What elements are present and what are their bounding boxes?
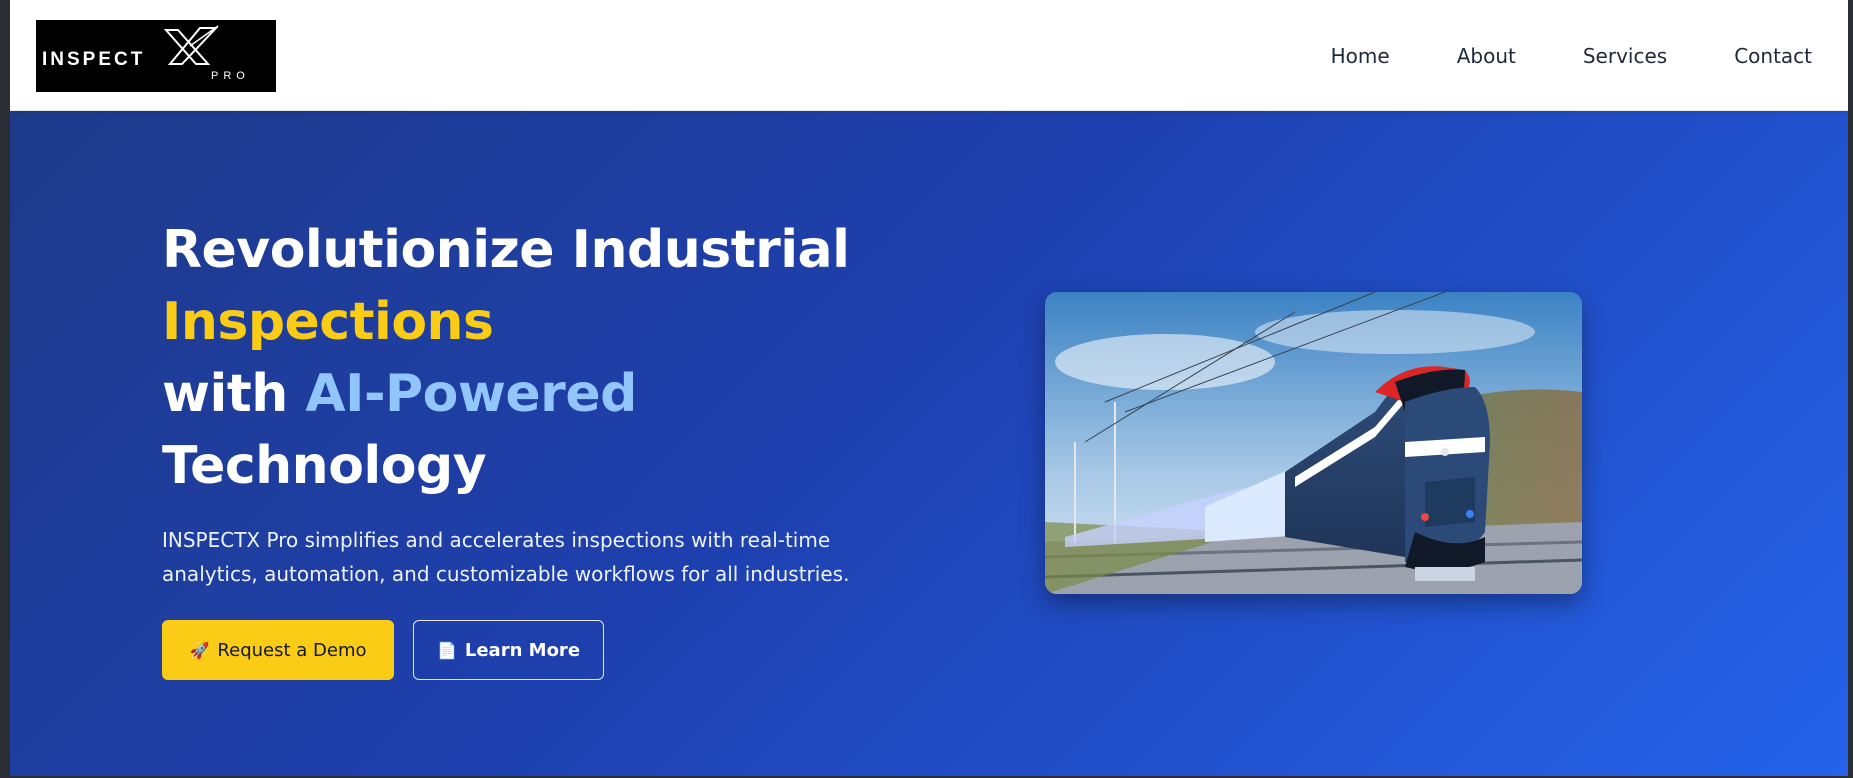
logo[interactable]: INSPECT PRO — [36, 20, 276, 92]
document-icon: 📄 — [436, 640, 457, 660]
hero-section: Revolutionize Industrial Inspections wit… — [10, 111, 1848, 776]
request-demo-label: Request a Demo — [217, 639, 367, 661]
nav-home[interactable]: Home — [1331, 44, 1390, 68]
hero-title: Revolutionize Industrial Inspections wit… — [162, 214, 922, 502]
nav-services[interactable]: Services — [1583, 44, 1667, 68]
hero-title-ai: AI-Powered — [305, 364, 637, 424]
hero-title-highlight: Inspections — [162, 292, 494, 352]
logo-x-mark — [163, 25, 219, 65]
rocket-icon: 🚀 — [189, 640, 210, 660]
request-demo-button[interactable]: 🚀 Request a Demo — [162, 620, 394, 680]
site-header: INSPECT PRO Home About Services Contact — [10, 0, 1848, 111]
logo-word: INSPECT — [42, 49, 146, 70]
main-nav: Home About Services Contact — [1331, 0, 1812, 111]
learn-more-button[interactable]: 📄 Learn More — [413, 620, 604, 680]
learn-more-label: Learn More — [464, 639, 581, 661]
page: INSPECT PRO Home About Services Contact … — [10, 0, 1848, 776]
hero-description: INSPECTX Pro simplifies and accelerates … — [162, 528, 850, 586]
hero-title-line4: Technology — [162, 436, 487, 496]
hero-title-with: with — [162, 364, 288, 424]
nav-about[interactable]: About — [1457, 44, 1516, 68]
hero-train-image — [1045, 292, 1582, 594]
nav-contact[interactable]: Contact — [1734, 44, 1812, 68]
logo-sub: PRO — [211, 70, 250, 82]
train-illustration — [1045, 292, 1582, 594]
hero-title-line1: Revolutionize Industrial — [162, 220, 850, 280]
